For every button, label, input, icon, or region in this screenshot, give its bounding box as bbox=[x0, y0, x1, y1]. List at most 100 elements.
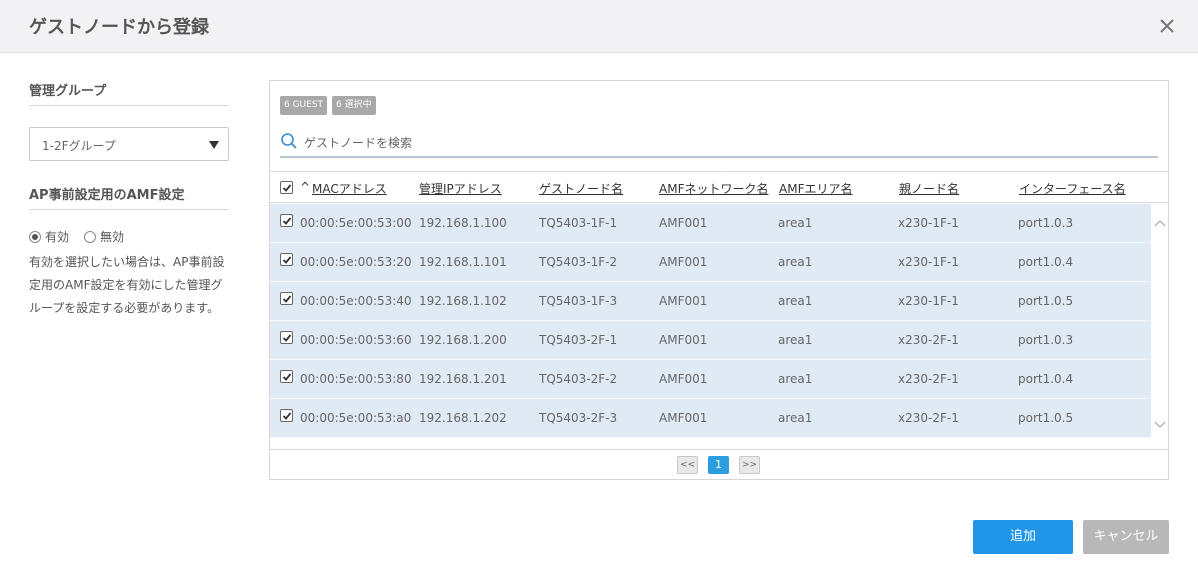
cell-interface: port1.0.5 bbox=[1018, 294, 1074, 308]
pagination: << 1 >> bbox=[270, 449, 1168, 480]
cell-parent-node: x230-1F-1 bbox=[898, 216, 959, 230]
radio-enabled-circle[interactable] bbox=[29, 230, 41, 243]
cell-mac: 00:00:5e:00:53:80 bbox=[300, 372, 412, 386]
cell-amf-area: area1 bbox=[778, 216, 813, 230]
col-amf-area-name[interactable]: AMFエリア名 bbox=[779, 180, 852, 197]
cell-ip: 192.168.1.202 bbox=[419, 411, 507, 425]
dialog-header: ゲストノードから登録 bbox=[0, 0, 1198, 53]
table-row[interactable]: 00:00:5e:00:53:20 192.168.1.101 TQ5403-1… bbox=[270, 243, 1151, 282]
cell-guest-name: TQ5403-2F-2 bbox=[539, 372, 618, 386]
cell-ip: 192.168.1.200 bbox=[419, 333, 507, 347]
cell-guest-name: TQ5403-2F-3 bbox=[539, 411, 618, 425]
row-checkbox[interactable] bbox=[280, 253, 293, 266]
table-row[interactable]: 00:00:5e:00:53:40 192.168.1.102 TQ5403-1… bbox=[270, 282, 1151, 321]
amf-help-text: 有効を選択したい場合は、AP事前設定用のAMF設定を有効にした管理グループを設定… bbox=[29, 255, 225, 315]
tooltip-caret bbox=[716, 170, 732, 178]
cell-interface: port1.0.4 bbox=[1018, 255, 1074, 269]
cell-parent-node: x230-2F-1 bbox=[898, 333, 959, 347]
radio-disabled-circle[interactable] bbox=[84, 230, 97, 243]
row-checkbox[interactable] bbox=[280, 292, 293, 305]
cell-interface: port1.0.3 bbox=[1018, 333, 1074, 347]
table-body: 00:00:5e:00:53:00 192.168.1.100 TQ5403-1… bbox=[270, 204, 1151, 438]
cell-amf-network: AMF001 bbox=[659, 411, 708, 425]
col-management-ip[interactable]: 管理IPアドレス bbox=[419, 180, 502, 197]
search-box[interactable]: ゲストノードを検索 bbox=[280, 127, 1158, 158]
search-icon bbox=[281, 133, 297, 149]
management-group-select[interactable]: 1-2Fグループ bbox=[29, 127, 229, 161]
close-icon[interactable] bbox=[1156, 15, 1178, 37]
col-parent-node-name[interactable]: 親ノード名 bbox=[899, 180, 959, 197]
dropdown-arrow-icon bbox=[209, 141, 219, 149]
cell-ip: 192.168.1.101 bbox=[419, 255, 507, 269]
cell-interface: port1.0.3 bbox=[1018, 216, 1074, 230]
cell-amf-area: area1 bbox=[778, 372, 813, 386]
select-all-checkbox[interactable] bbox=[280, 181, 293, 194]
cell-amf-area: area1 bbox=[778, 294, 813, 308]
search-input[interactable]: ゲストノードを検索 bbox=[304, 134, 412, 151]
cell-mac: 00:00:5e:00:53:a0 bbox=[300, 411, 412, 425]
badge-row: 6 GUEST 6 選択中 bbox=[280, 96, 376, 115]
management-group-title: 管理グループ bbox=[29, 80, 229, 106]
cell-mac: 00:00:5e:00:53:20 bbox=[300, 255, 412, 269]
table-row[interactable]: 00:00:5e:00:53:80 192.168.1.201 TQ5403-2… bbox=[270, 360, 1151, 399]
cell-interface: port1.0.5 bbox=[1018, 411, 1074, 425]
dialog-title: ゲストノードから登録 bbox=[29, 17, 209, 38]
cell-guest-name: TQ5403-1F-3 bbox=[539, 294, 618, 308]
table-header: ^ MACアドレス 管理IPアドレス ゲストノード名 AMFネットワーク名 AM… bbox=[270, 170, 1168, 203]
cell-guest-name: TQ5403-1F-2 bbox=[539, 255, 618, 269]
table-scrollbar[interactable] bbox=[1152, 204, 1168, 437]
table-row[interactable]: 00:00:5e:00:53:60 192.168.1.200 TQ5403-2… bbox=[270, 321, 1151, 360]
management-group-value: 1-2Fグループ bbox=[42, 139, 116, 153]
radio-enabled[interactable]: 有効 bbox=[29, 228, 69, 245]
scroll-down-icon[interactable] bbox=[1154, 420, 1166, 430]
add-button[interactable]: 追加 bbox=[973, 520, 1073, 554]
cell-amf-network: AMF001 bbox=[659, 255, 708, 269]
amf-radio-group: 有効 無効 bbox=[29, 228, 229, 245]
row-checkbox[interactable] bbox=[280, 370, 293, 383]
cell-parent-node: x230-1F-1 bbox=[898, 255, 959, 269]
cell-mac: 00:00:5e:00:53:60 bbox=[300, 333, 412, 347]
radio-enabled-label: 有効 bbox=[45, 230, 70, 244]
cancel-button[interactable]: キャンセル bbox=[1083, 520, 1169, 554]
scroll-up-icon[interactable] bbox=[1154, 218, 1166, 228]
page-1-button[interactable]: 1 bbox=[708, 456, 729, 474]
register-from-guest-dialog: ゲストノードから登録 管理グループ 1-2Fグループ AP事前設定用のAMF設定… bbox=[0, 0, 1198, 578]
cell-mac: 00:00:5e:00:53:40 bbox=[300, 294, 412, 308]
table-row[interactable]: 00:00:5e:00:53:a0 192.168.1.202 TQ5403-2… bbox=[270, 399, 1151, 438]
cell-guest-name: TQ5403-1F-1 bbox=[539, 216, 618, 230]
guest-node-panel: 6 GUEST 6 選択中 ゲストノードを検索 ^ MACアドレス 管理IPアド… bbox=[269, 80, 1169, 480]
cell-mac: 00:00:5e:00:53:00 bbox=[300, 216, 412, 230]
guest-count-badge: 6 GUEST bbox=[280, 96, 328, 115]
row-checkbox[interactable] bbox=[280, 409, 293, 422]
cell-amf-network: AMF001 bbox=[659, 216, 708, 230]
cell-amf-network: AMF001 bbox=[659, 372, 708, 386]
row-checkbox[interactable] bbox=[280, 331, 293, 344]
settings-panel: 管理グループ 1-2Fグループ AP事前設定用のAMF設定 有効 無効 有効を選… bbox=[29, 80, 229, 320]
sort-ascending-icon[interactable]: ^ bbox=[300, 180, 310, 194]
cell-ip: 192.168.1.201 bbox=[419, 372, 507, 386]
cell-amf-area: area1 bbox=[778, 333, 813, 347]
table-row[interactable]: 00:00:5e:00:53:00 192.168.1.100 TQ5403-1… bbox=[270, 204, 1151, 243]
cell-ip: 192.168.1.100 bbox=[419, 216, 507, 230]
cell-amf-area: area1 bbox=[778, 411, 813, 425]
radio-disabled-label: 無効 bbox=[100, 230, 125, 244]
cell-parent-node: x230-2F-1 bbox=[898, 372, 959, 386]
selected-count-badge: 6 選択中 bbox=[332, 96, 376, 115]
col-mac-address[interactable]: MACアドレス bbox=[312, 180, 387, 197]
cell-parent-node: x230-1F-1 bbox=[898, 294, 959, 308]
cell-amf-area: area1 bbox=[778, 255, 813, 269]
cell-amf-network: AMF001 bbox=[659, 294, 708, 308]
next-page-button[interactable]: >> bbox=[739, 456, 760, 474]
radio-disabled[interactable]: 無効 bbox=[84, 228, 124, 245]
col-guest-node-name[interactable]: ゲストノード名 bbox=[539, 180, 623, 197]
cell-parent-node: x230-2F-1 bbox=[898, 411, 959, 425]
amf-setting-title: AP事前設定用のAMF設定 bbox=[29, 184, 229, 210]
cell-guest-name: TQ5403-2F-1 bbox=[539, 333, 618, 347]
cell-interface: port1.0.4 bbox=[1018, 372, 1074, 386]
col-amf-network-name[interactable]: AMFネットワーク名 bbox=[659, 180, 768, 197]
first-page-button[interactable]: << bbox=[677, 456, 698, 474]
cell-amf-network: AMF001 bbox=[659, 333, 708, 347]
row-checkbox[interactable] bbox=[280, 214, 293, 227]
col-interface-name[interactable]: インターフェース名 bbox=[1019, 180, 1126, 197]
cell-ip: 192.168.1.102 bbox=[419, 294, 507, 308]
